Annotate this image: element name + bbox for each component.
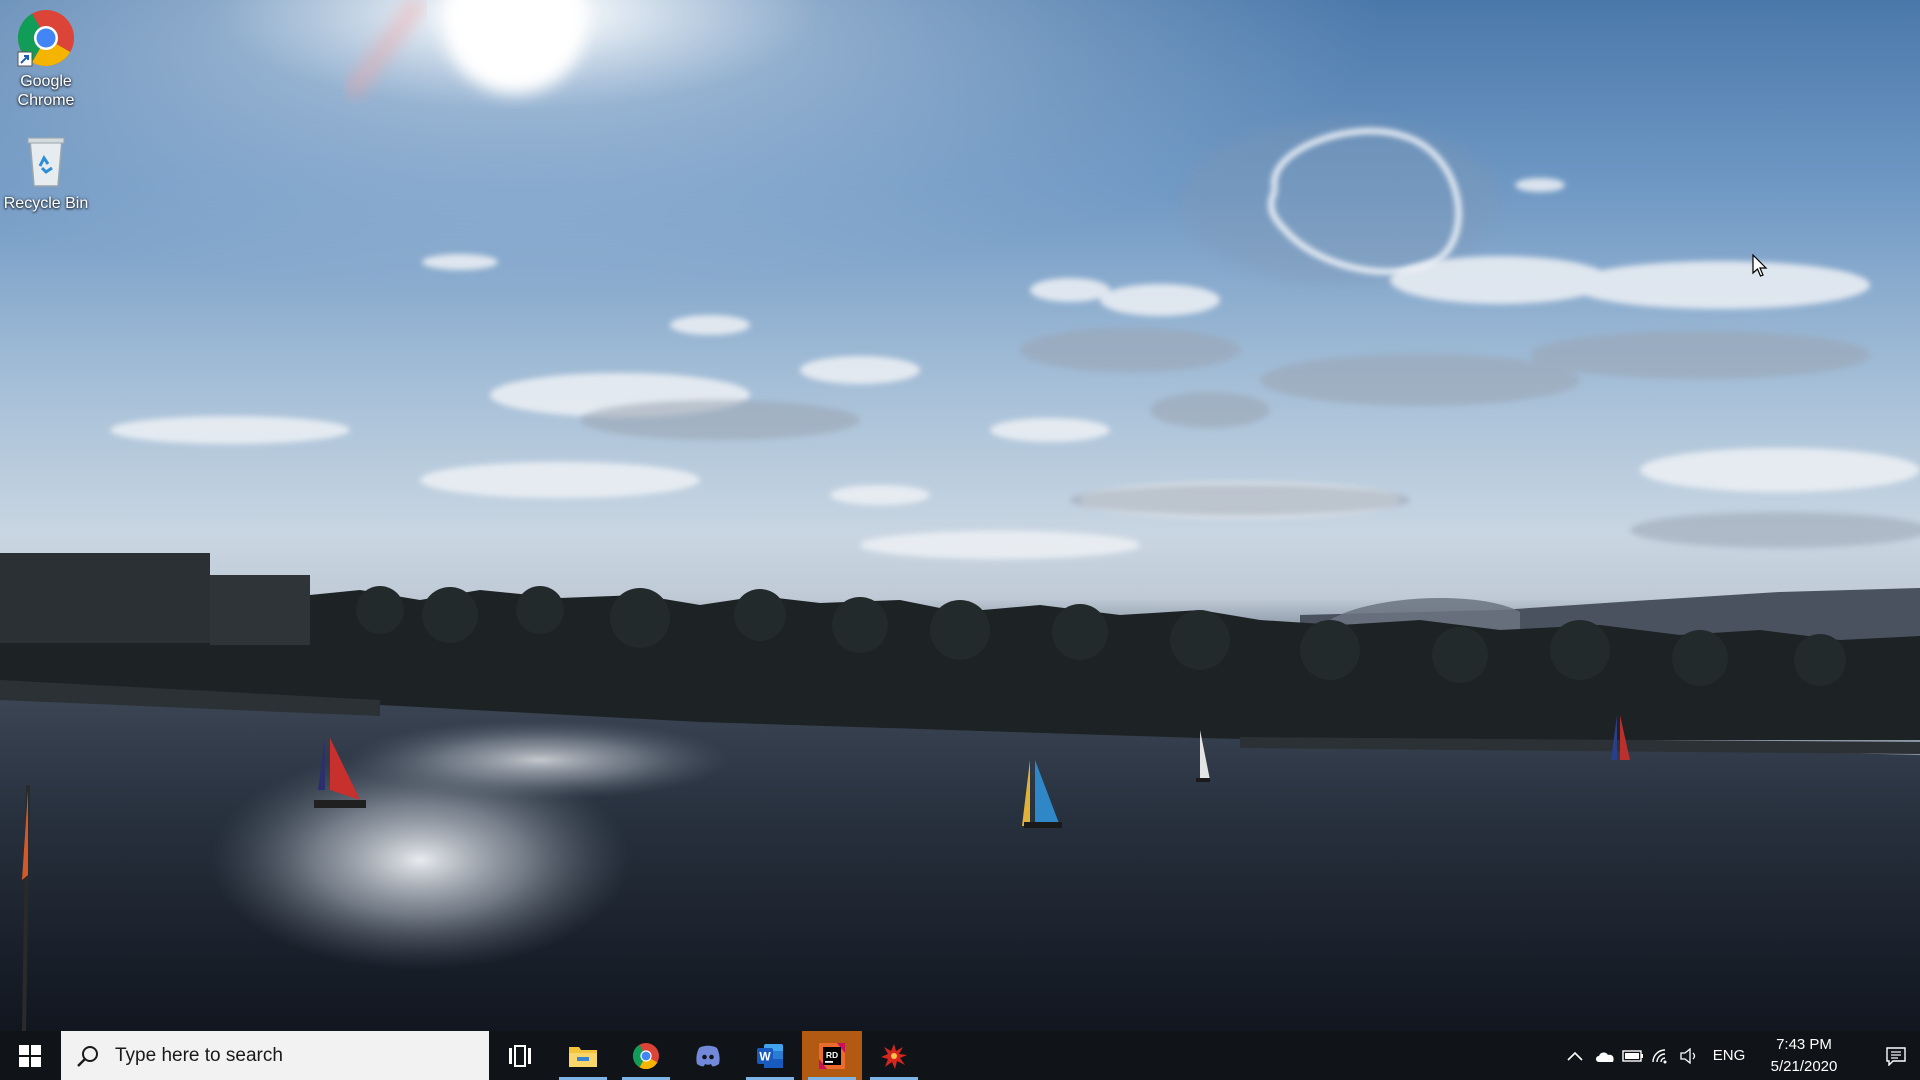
taskbar-app-discord[interactable] bbox=[678, 1031, 738, 1080]
taskbar: Type here to search W RD ENG 7:43 PM 5/2… bbox=[0, 1031, 1920, 1080]
clock-date: 5/21/2020 bbox=[1770, 1058, 1838, 1075]
desktop[interactable]: Google Chrome Recycle Bin bbox=[0, 0, 1920, 1031]
search-icon bbox=[77, 1045, 98, 1067]
task-view-icon bbox=[509, 1044, 531, 1067]
discord-icon bbox=[696, 1045, 720, 1066]
volume-icon bbox=[1680, 1047, 1696, 1064]
recycle-bin-icon bbox=[16, 130, 76, 190]
search-input[interactable]: Type here to search bbox=[61, 1031, 489, 1080]
google-chrome-icon bbox=[16, 8, 76, 68]
windows-logo-icon bbox=[19, 1044, 41, 1067]
taskbar-app-microsoft-word[interactable]: W bbox=[740, 1031, 800, 1080]
action-center-button[interactable] bbox=[1872, 1031, 1920, 1080]
clock[interactable]: 7:43 PM 5/21/2020 bbox=[1756, 1031, 1852, 1080]
mouse-cursor-icon bbox=[1752, 254, 1768, 277]
system-tray: ENG 7:43 PM 5/21/2020 bbox=[1560, 1031, 1920, 1080]
taskbar-app-jetbrains-rider[interactable]: RD bbox=[802, 1031, 862, 1080]
desktop-icon-label: Chrome bbox=[17, 92, 75, 109]
battery-status[interactable] bbox=[1618, 1031, 1648, 1080]
word-icon: W bbox=[757, 1043, 783, 1068]
volume-control[interactable] bbox=[1674, 1031, 1704, 1080]
desktop-icon-label: Google bbox=[20, 73, 72, 90]
start-button[interactable] bbox=[0, 1031, 60, 1080]
onedrive-status[interactable] bbox=[1590, 1031, 1620, 1080]
task-view-button[interactable] bbox=[490, 1031, 550, 1080]
taskbar-app-file-explorer[interactable] bbox=[553, 1031, 613, 1080]
svg-text:W: W bbox=[759, 1049, 771, 1063]
notification-icon bbox=[1886, 1046, 1906, 1066]
taskbar-app-red-splash[interactable] bbox=[864, 1031, 924, 1080]
network-status[interactable] bbox=[1646, 1031, 1676, 1080]
desktop-icon-recycle-bin[interactable]: Recycle Bin bbox=[0, 130, 92, 213]
desktop-wallpaper bbox=[0, 0, 1920, 1031]
taskbar-app-google-chrome[interactable] bbox=[616, 1031, 676, 1080]
wifi-icon bbox=[1652, 1048, 1667, 1063]
show-hidden-icons-button[interactable] bbox=[1560, 1031, 1590, 1080]
chevron-up-icon bbox=[1567, 1051, 1583, 1061]
onedrive-icon bbox=[1596, 1051, 1614, 1062]
input-language-indicator[interactable]: ENG bbox=[1707, 1031, 1751, 1080]
svg-text:RD: RD bbox=[826, 1050, 838, 1060]
chrome-icon bbox=[632, 1042, 659, 1069]
search-placeholder: Type here to search bbox=[115, 1044, 283, 1066]
desktop-icon-label: Recycle Bin bbox=[3, 195, 89, 212]
rider-icon: RD bbox=[819, 1042, 845, 1069]
clock-time: 7:43 PM bbox=[1776, 1036, 1832, 1053]
desktop-icon-google-chrome[interactable]: Google Chrome bbox=[0, 8, 92, 110]
red-splash-icon bbox=[881, 1043, 907, 1069]
folder-icon bbox=[569, 1046, 597, 1067]
battery-icon bbox=[1622, 1049, 1643, 1062]
